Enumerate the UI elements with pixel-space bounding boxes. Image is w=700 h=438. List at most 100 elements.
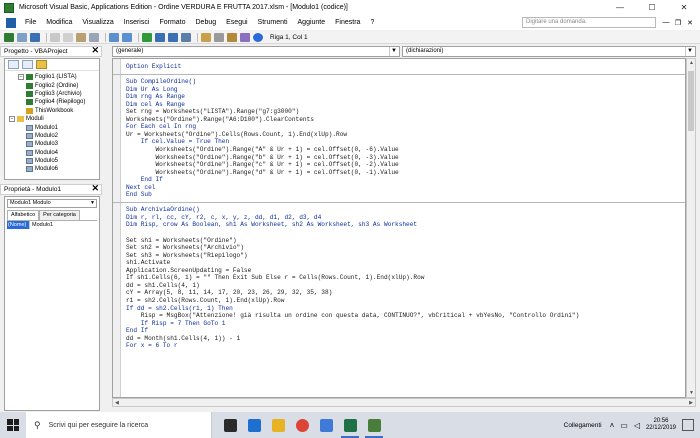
help-icon[interactable] [253,32,263,42]
code-line[interactable]: Set sh1 = Worksheets("Ordine") [126,237,685,245]
tree-item[interactable]: − Moduli [5,115,99,123]
menu-debug[interactable]: Debug [191,19,222,26]
taskbar-excel-button[interactable] [338,412,362,438]
notification-icon[interactable] [682,419,694,431]
code-line[interactable]: dd = Month(sh1.Cells(4, 1)) - 1 [126,335,685,343]
view-object-icon[interactable] [22,60,33,69]
horizontal-scrollbar[interactable]: ◀ ▶ [112,398,696,407]
code-line[interactable]: Sub ArchiviaOrdine() [126,206,685,214]
tree-item[interactable]: Modulo1 [5,123,99,131]
code-line[interactable]: If sh1.Cells(6, 1) = "" Then Exit Sub El… [126,274,685,282]
code-line[interactable]: Worksheets("Ordine").Range("c" & Ur + 1)… [126,161,685,169]
menu-inserisci[interactable]: Inserisci [119,19,155,26]
tree-item[interactable]: − Foglio1 (LISTA) [5,73,99,81]
code-line[interactable]: cY = Array(5, 8, 11, 14, 17, 20, 23, 26,… [126,289,685,297]
code-line[interactable]: Worksheets("Ordine").Range("d" & Ur + 1)… [126,169,685,177]
tab-per-categoria[interactable]: Per categoria [39,210,80,220]
scroll-right-icon[interactable]: ▶ [689,400,693,406]
tree-item[interactable]: Foglio2 (Ordine) [5,81,99,89]
network-label[interactable]: Collegamenti [564,422,602,429]
network-icon[interactable]: ▭ [620,421,628,430]
clock[interactable]: 20:56 22/12/2019 [646,418,676,433]
scroll-up-icon[interactable]: ▲ [689,60,694,66]
taskbar-file-explorer-button[interactable] [266,412,290,438]
break-icon[interactable] [155,32,165,42]
volume-icon[interactable]: ◁ [634,421,640,430]
scroll-left-icon[interactable]: ◀ [115,400,119,406]
code-line[interactable]: Dim Ur As Long [126,86,685,94]
code-line[interactable]: Sub CompileOrdine() [126,78,685,86]
menu-aggiunte[interactable]: Aggiunte [293,19,331,26]
vertical-scrollbar[interactable]: ▲ ▼ [686,58,696,398]
code-line[interactable]: End Sub [126,191,685,199]
tree-item[interactable]: Foglio3 (Archivio) [5,90,99,98]
code-line[interactable]: Dim rng As Range [126,93,685,101]
taskbar-chrome-button[interactable] [290,412,314,438]
tree-expander-icon[interactable]: − [18,74,24,81]
close-icon[interactable]: ✕ [91,46,99,55]
find-icon[interactable] [89,32,99,42]
property-value[interactable]: Modulo1 [29,221,53,229]
code-line[interactable]: Dim r, rl, cc, cY, r2, c, x, y, z, dd, d… [126,214,685,222]
procedure-separator[interactable] [113,199,685,207]
taskbar-search-input[interactable]: ⚲ Scrivi qui per eseguire la ricerca [26,412,212,438]
mdi-close-button[interactable]: ✕ [684,19,696,27]
code-line[interactable]: r1 = sh2.Cells(Rows.Count, 1).End(xlUp).… [126,297,685,305]
code-editor[interactable]: Option Explicit Sub CompileOrdine() Dim Ur… [112,58,686,398]
cut-icon[interactable] [50,32,60,42]
code-line[interactable]: Application.ScreenUpdating = False [126,267,685,275]
project-explorer-icon[interactable] [201,32,211,42]
taskbar-task-view-button[interactable] [218,412,242,438]
view-code-icon[interactable] [8,60,19,69]
save-icon[interactable] [30,32,40,42]
excel-view-icon[interactable] [6,17,16,28]
maximize-button[interactable]: ☐ [636,0,668,15]
menu-file[interactable]: File [20,19,41,26]
code-line[interactable]: Worksheets("Ordine").Range("b" & Ur + 1)… [126,154,685,162]
design-mode-icon[interactable] [181,32,191,42]
code-line[interactable]: End If [126,327,685,335]
code-line[interactable]: Option Explicit [126,63,685,71]
toolbox-icon[interactable] [240,32,250,42]
code-line[interactable]: If cel.Value = True Then [126,138,685,146]
property-row[interactable]: (Nome) Modulo1 [7,221,97,229]
code-line[interactable]: Next cel [126,184,685,192]
scroll-down-icon[interactable]: ▼ [689,390,694,396]
mdi-minimize-button[interactable]: — [660,19,672,27]
code-line[interactable]: Worksheets("Ordine").Range("A" & Ur + 1)… [126,146,685,154]
menu-strumenti[interactable]: Strumenti [253,19,293,26]
minimize-button[interactable]: — [604,0,636,15]
code-line[interactable]: If dd = sh2.Cells(r1, 1) Then [126,305,685,313]
copy-icon[interactable] [63,32,73,42]
tree-item[interactable]: Modulo4 [5,149,99,157]
redo-icon[interactable] [122,32,132,42]
code-line[interactable]: If Risp = 7 Then GoTo 1 [126,320,685,328]
code-line[interactable]: Worksheets("Ordine").Range("A6:D100").Cl… [126,116,685,124]
tree-item[interactable]: Modulo2 [5,132,99,140]
tree-item[interactable]: Foglio4 (Riepilogo) [5,98,99,106]
code-line[interactable]: Ur = Worksheets("Ordine").Cells(Rows.Cou… [126,131,685,139]
menu-help[interactable]: ? [365,19,379,26]
code-line[interactable]: Dim cel As Range [126,101,685,109]
object-dropdown[interactable]: (generale) ▼ [112,46,400,57]
code-line[interactable]: For Each cel In rng [126,123,685,131]
taskbar-vba-editor-button[interactable] [362,412,386,438]
mdi-restore-button[interactable]: ❐ [672,19,684,27]
menu-finestra[interactable]: Finestra [330,19,365,26]
taskbar-store-button[interactable] [314,412,338,438]
code-line[interactable]: Risp = MsgBox("Attenzione! già risulta u… [126,312,685,320]
properties-icon[interactable] [214,32,224,42]
code-line[interactable]: Set rng = Worksheets("LISTA").Range("g7:… [126,108,685,116]
code-line[interactable] [126,229,685,237]
code-line[interactable]: End If [126,176,685,184]
paste-icon[interactable] [76,32,86,42]
view-excel-icon[interactable] [4,32,14,42]
code-line[interactable]: dd = sh1.Cells(4, 1) [126,282,685,290]
menu-visualizza[interactable]: Visualizza [77,19,118,26]
taskbar-edge-button[interactable] [242,412,266,438]
code-line[interactable]: Set sh2 = Worksheets("Archivio") [126,244,685,252]
code-line[interactable]: Set sh3 = Worksheets("Riepilogo") [126,252,685,260]
code-line[interactable]: sh1.Activate [126,259,685,267]
start-button[interactable] [0,412,26,438]
close-button[interactable]: ✕ [668,0,700,15]
